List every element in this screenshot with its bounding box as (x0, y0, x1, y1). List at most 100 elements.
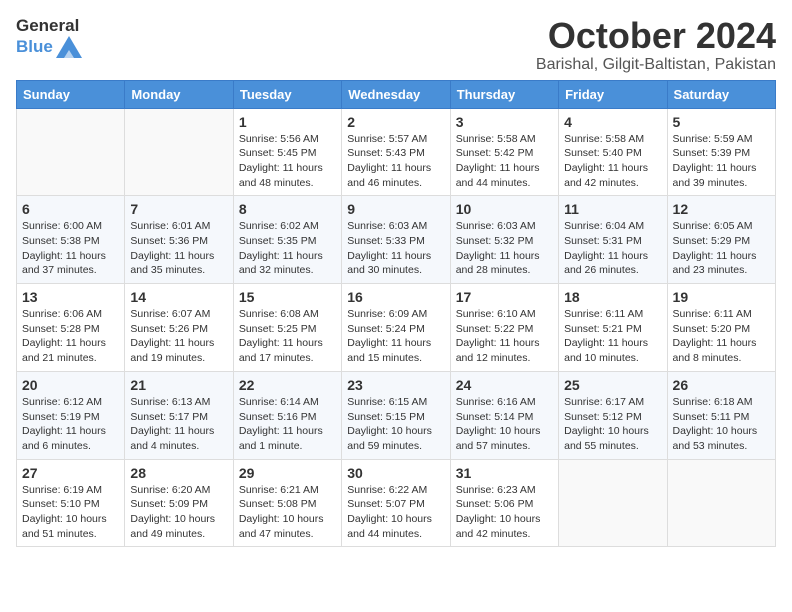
table-row: 14 Sunrise: 6:07 AM Sunset: 5:26 PM Dayli… (125, 284, 233, 372)
day-number: 2 (347, 114, 444, 130)
day-info: Sunrise: 6:11 AM Sunset: 5:20 PM Dayligh… (673, 307, 770, 366)
table-row: 7 Sunrise: 6:01 AM Sunset: 5:36 PM Daylig… (125, 196, 233, 284)
day-info: Sunrise: 6:08 AM Sunset: 5:25 PM Dayligh… (239, 307, 336, 366)
day-number: 13 (22, 289, 119, 305)
day-info: Sunrise: 6:16 AM Sunset: 5:14 PM Dayligh… (456, 395, 553, 454)
day-number: 6 (22, 201, 119, 217)
day-number: 25 (564, 377, 661, 393)
day-number: 19 (673, 289, 770, 305)
day-number: 28 (130, 465, 227, 481)
calendar-week-row: 27 Sunrise: 6:19 AM Sunset: 5:10 PM Dayli… (17, 459, 776, 547)
table-row: 30 Sunrise: 6:22 AM Sunset: 5:07 PM Dayli… (342, 459, 450, 547)
table-row: 2 Sunrise: 5:57 AM Sunset: 5:43 PM Daylig… (342, 108, 450, 196)
table-row: 27 Sunrise: 6:19 AM Sunset: 5:10 PM Dayli… (17, 459, 125, 547)
header-saturday: Saturday (667, 80, 775, 108)
day-info: Sunrise: 6:05 AM Sunset: 5:29 PM Dayligh… (673, 219, 770, 278)
day-info: Sunrise: 6:23 AM Sunset: 5:06 PM Dayligh… (456, 483, 553, 542)
table-row: 21Sunrise: 6:13 AM Sunset: 5:17 PM Dayli… (125, 371, 233, 459)
header-monday: Monday (125, 80, 233, 108)
day-info: Sunrise: 6:03 AM Sunset: 5:32 PM Dayligh… (456, 219, 553, 278)
table-row: 10 Sunrise: 6:03 AM Sunset: 5:32 PM Dayli… (450, 196, 558, 284)
day-info: Sunrise: 6:11 AM Sunset: 5:21 PM Dayligh… (564, 307, 661, 366)
table-row: 4 Sunrise: 5:58 AM Sunset: 5:40 PM Daylig… (559, 108, 667, 196)
table-row (559, 459, 667, 547)
day-number: 3 (456, 114, 553, 130)
day-info: Sunrise: 6:06 AM Sunset: 5:28 PM Dayligh… (22, 307, 119, 366)
day-number: 17 (456, 289, 553, 305)
table-row: 22Sunrise: 6:14 AM Sunset: 5:16 PM Dayli… (233, 371, 341, 459)
table-row: 8 Sunrise: 6:02 AM Sunset: 5:35 PM Daylig… (233, 196, 341, 284)
calendar-week-row: 1Sunrise: 5:56 AM Sunset: 5:45 PM Daylig… (17, 108, 776, 196)
table-row: 24Sunrise: 6:16 AM Sunset: 5:14 PM Dayli… (450, 371, 558, 459)
table-row (125, 108, 233, 196)
table-row: 11 Sunrise: 6:04 AM Sunset: 5:31 PM Dayli… (559, 196, 667, 284)
day-number: 8 (239, 201, 336, 217)
page-container: General Blue October 2024 Barishal, Gilg… (0, 0, 792, 557)
calendar-table: Sunday Monday Tuesday Wednesday Thursday… (16, 80, 776, 548)
day-number: 14 (130, 289, 227, 305)
logo-general: General (16, 16, 79, 36)
day-info: Sunrise: 5:59 AM Sunset: 5:39 PM Dayligh… (673, 132, 770, 191)
header-thursday: Thursday (450, 80, 558, 108)
day-info: Sunrise: 6:04 AM Sunset: 5:31 PM Dayligh… (564, 219, 661, 278)
day-number: 4 (564, 114, 661, 130)
day-number: 23 (347, 377, 444, 393)
day-info: Sunrise: 6:20 AM Sunset: 5:09 PM Dayligh… (130, 483, 227, 542)
day-info: Sunrise: 5:57 AM Sunset: 5:43 PM Dayligh… (347, 132, 444, 191)
table-row: 3 Sunrise: 5:58 AM Sunset: 5:42 PM Daylig… (450, 108, 558, 196)
header-tuesday: Tuesday (233, 80, 341, 108)
calendar-week-row: 20 Sunrise: 6:12 AM Sunset: 5:19 PM Dayli… (17, 371, 776, 459)
table-row: 16 Sunrise: 6:09 AM Sunset: 5:24 PM Dayli… (342, 284, 450, 372)
day-info: Sunrise: 6:14 AM Sunset: 5:16 PM Dayligh… (239, 395, 336, 454)
calendar-week-row: 13 Sunrise: 6:06 AM Sunset: 5:28 PM Dayli… (17, 284, 776, 372)
table-row (17, 108, 125, 196)
day-number: 16 (347, 289, 444, 305)
day-info: Sunrise: 5:58 AM Sunset: 5:42 PM Dayligh… (456, 132, 553, 191)
day-info: Sunrise: 6:07 AM Sunset: 5:26 PM Dayligh… (130, 307, 227, 366)
day-info: Sunrise: 6:17 AM Sunset: 5:12 PM Dayligh… (564, 395, 661, 454)
day-info: Sunrise: 5:58 AM Sunset: 5:40 PM Dayligh… (564, 132, 661, 191)
day-info: Sunrise: 6:02 AM Sunset: 5:35 PM Dayligh… (239, 219, 336, 278)
day-info: Sunrise: 6:12 AM Sunset: 5:19 PM Dayligh… (22, 395, 119, 454)
table-row: 6Sunrise: 6:00 AM Sunset: 5:38 PM Daylig… (17, 196, 125, 284)
table-row: 28 Sunrise: 6:20 AM Sunset: 5:09 PM Dayli… (125, 459, 233, 547)
table-row: 9 Sunrise: 6:03 AM Sunset: 5:33 PM Daylig… (342, 196, 450, 284)
day-number: 18 (564, 289, 661, 305)
day-info: Sunrise: 6:22 AM Sunset: 5:07 PM Dayligh… (347, 483, 444, 542)
table-row: 17Sunrise: 6:10 AM Sunset: 5:22 PM Dayli… (450, 284, 558, 372)
table-row: 23 Sunrise: 6:15 AM Sunset: 5:15 PM Dayli… (342, 371, 450, 459)
day-info: Sunrise: 6:01 AM Sunset: 5:36 PM Dayligh… (130, 219, 227, 278)
day-info: Sunrise: 6:19 AM Sunset: 5:10 PM Dayligh… (22, 483, 119, 542)
table-row: 29Sunrise: 6:21 AM Sunset: 5:08 PM Dayli… (233, 459, 341, 547)
month-title: October 2024 (536, 16, 776, 56)
day-number: 7 (130, 201, 227, 217)
day-number: 30 (347, 465, 444, 481)
table-row: 26Sunrise: 6:18 AM Sunset: 5:11 PM Dayli… (667, 371, 775, 459)
logo-blue: Blue (16, 37, 53, 57)
table-row (667, 459, 775, 547)
header-friday: Friday (559, 80, 667, 108)
table-row: 12Sunrise: 6:05 AM Sunset: 5:29 PM Dayli… (667, 196, 775, 284)
table-row: 18 Sunrise: 6:11 AM Sunset: 5:21 PM Dayli… (559, 284, 667, 372)
day-number: 9 (347, 201, 444, 217)
calendar-header-row: Sunday Monday Tuesday Wednesday Thursday… (17, 80, 776, 108)
table-row: 19 Sunrise: 6:11 AM Sunset: 5:20 PM Dayli… (667, 284, 775, 372)
day-number: 15 (239, 289, 336, 305)
day-info: Sunrise: 6:09 AM Sunset: 5:24 PM Dayligh… (347, 307, 444, 366)
day-number: 10 (456, 201, 553, 217)
day-number: 31 (456, 465, 553, 481)
table-row: 5 Sunrise: 5:59 AM Sunset: 5:39 PM Daylig… (667, 108, 775, 196)
day-info: Sunrise: 6:13 AM Sunset: 5:17 PM Dayligh… (130, 395, 227, 454)
table-row: 25 Sunrise: 6:17 AM Sunset: 5:12 PM Dayli… (559, 371, 667, 459)
day-number: 27 (22, 465, 119, 481)
day-number: 26 (673, 377, 770, 393)
day-number: 20 (22, 377, 119, 393)
calendar-week-row: 6Sunrise: 6:00 AM Sunset: 5:38 PM Daylig… (17, 196, 776, 284)
day-info: Sunrise: 6:15 AM Sunset: 5:15 PM Dayligh… (347, 395, 444, 454)
day-number: 5 (673, 114, 770, 130)
header: General Blue October 2024 Barishal, Gilg… (16, 16, 776, 74)
day-number: 11 (564, 201, 661, 217)
title-section: October 2024 Barishal, Gilgit-Baltistan,… (536, 16, 776, 74)
logo-icon (56, 36, 82, 58)
day-info: Sunrise: 6:03 AM Sunset: 5:33 PM Dayligh… (347, 219, 444, 278)
